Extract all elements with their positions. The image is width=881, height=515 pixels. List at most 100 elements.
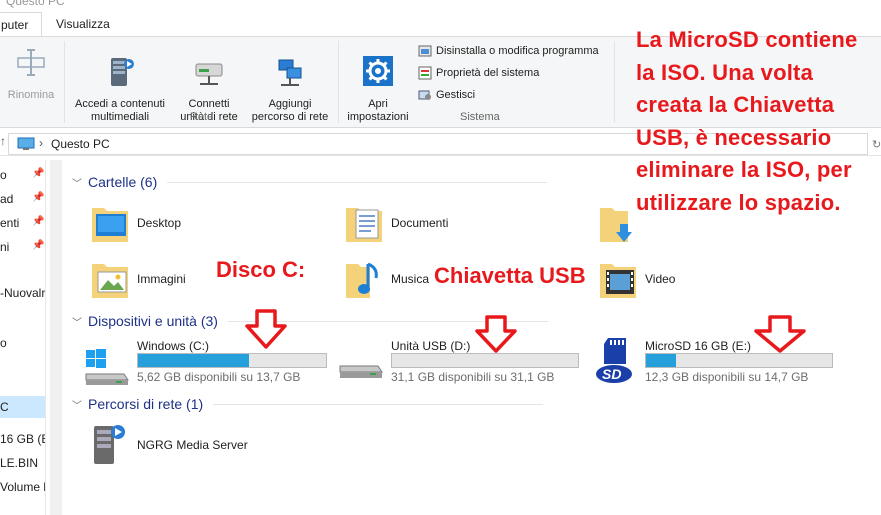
breadcrumb-location[interactable]: Questo PC	[51, 137, 110, 151]
folder-label[interactable]: Desktop	[137, 216, 181, 230]
folder-label[interactable]: Musica	[391, 272, 429, 286]
collapse-chevron-icon: ﹀	[72, 400, 82, 412]
nav-item-this-pc[interactable]: C	[0, 396, 45, 418]
media-label: Accedi a contenuti multimediali	[75, 98, 165, 123]
system-properties-label: Proprietà del sistema	[436, 67, 540, 79]
nav-item[interactable]: o	[0, 164, 7, 186]
gear-icon	[363, 56, 393, 86]
manage-icon	[418, 90, 431, 100]
title-bar: Questo PC	[0, 0, 881, 10]
pictures-folder-icon[interactable]	[90, 258, 130, 300]
uninstall-button[interactable]: Disinstalla o modifica programma	[418, 42, 599, 60]
desktop-folder-icon[interactable]	[90, 202, 130, 244]
drive-free-space: 5,62 GB disponibili su 13,7 GB	[137, 370, 301, 384]
pin-icon: 📌	[32, 192, 45, 203]
rename-button[interactable]: Rinomina	[4, 45, 58, 102]
ribbon-separator	[64, 41, 65, 123]
downloads-folder-icon[interactable]	[598, 202, 638, 244]
system-properties-button[interactable]: Proprietà del sistema	[418, 64, 539, 82]
usb-drive-icon[interactable]	[338, 356, 384, 386]
nav-item[interactable]: Volume l	[0, 476, 46, 498]
media-button[interactable]: Accedi a contenuti multimediali	[68, 41, 172, 137]
collapse-chevron-icon: ﹀	[72, 317, 82, 329]
sd-card-icon[interactable]: SD	[592, 336, 638, 386]
rename-icon	[17, 49, 45, 76]
nav-scrollbar[interactable]	[50, 160, 62, 515]
section-header-devices[interactable]: ﹀ Dispositivi e unità (3)	[72, 313, 632, 329]
manage-label: Gestisci	[436, 89, 476, 101]
nav-item-label: -Nuovalr	[0, 286, 46, 300]
drive-usage-fill	[138, 354, 249, 367]
programs-icon	[418, 45, 432, 57]
tab-computer[interactable]: puter	[0, 12, 42, 36]
collapse-chevron-icon: ﹀	[72, 178, 82, 190]
network-location-label[interactable]: NGRG Media Server	[137, 438, 248, 452]
music-folder-icon[interactable]	[344, 258, 384, 300]
nav-item[interactable]: o	[0, 332, 7, 354]
ribbon-separator	[614, 41, 615, 123]
drive-name[interactable]: Windows (C:)	[137, 339, 209, 353]
nav-item[interactable]: LE.BIN	[0, 452, 38, 474]
nav-item-label: o	[0, 168, 7, 182]
annotation-arrow-down-icon	[754, 315, 806, 353]
drive-usage-bar	[391, 353, 579, 368]
refresh-icon[interactable]: ↻	[872, 138, 881, 151]
open-settings-label: Apri impostazioni	[347, 98, 409, 123]
section-title: Cartelle (6)	[88, 174, 158, 190]
videos-folder-icon[interactable]	[598, 258, 638, 300]
annotation-disk-c: Disco C:	[216, 257, 306, 282]
annotation-note: La MicroSD contiene la ISO. Una volta cr…	[636, 27, 858, 215]
section-title: Percorsi di rete (1)	[88, 396, 204, 412]
annotation-arrow-down-icon	[245, 309, 287, 349]
network-drive-icon	[195, 63, 223, 85]
nav-item-label: 16 GB (E:	[0, 432, 45, 446]
folder-label[interactable]: Documenti	[391, 216, 448, 230]
manage-button[interactable]: Gestisci	[418, 86, 475, 104]
add-network-location-button[interactable]: Aggiungi percorso di rete	[246, 41, 334, 137]
folder-label[interactable]: Immagini	[137, 272, 186, 286]
drive-free-space: 31,1 GB disponibili su 31,1 GB	[391, 370, 555, 384]
window-title: Questo PC	[6, 0, 65, 8]
documents-folder-icon[interactable]	[344, 202, 384, 244]
folder-label[interactable]: Video	[645, 272, 675, 286]
system-properties-icon	[418, 66, 432, 80]
drive-name[interactable]: MicroSD 16 GB (E:)	[645, 339, 751, 353]
nav-item[interactable]: ad	[0, 188, 13, 210]
open-settings-button[interactable]: Apri impostazioni	[342, 41, 414, 137]
pin-icon: 📌	[32, 216, 45, 227]
nav-item[interactable]: 16 GB (E:	[0, 428, 45, 450]
nav-item-label: o	[0, 336, 7, 350]
rename-label: Rinomina	[7, 89, 55, 101]
nav-item[interactable]: ni	[0, 236, 9, 258]
tab-view[interactable]: Visualizza	[42, 12, 124, 36]
tab-computer-label: puter	[1, 18, 29, 32]
nav-item-label: LE.BIN	[0, 456, 39, 470]
section-header-network[interactable]: ﹀ Percorsi di rete (1)	[72, 396, 632, 412]
uninstall-label: Disinstalla o modifica programma	[436, 45, 599, 57]
nav-item[interactable]: -Nuovalr	[0, 282, 45, 304]
drive-free-space: 12,3 GB disponibili su 14,7 GB	[645, 370, 809, 384]
svg-text:SD: SD	[602, 366, 621, 382]
tab-view-label: Visualizza	[56, 17, 110, 31]
nav-item-label: ni	[0, 240, 10, 254]
nav-item-label: enti	[0, 216, 20, 230]
nav-item-label: ad	[0, 192, 14, 206]
drive-usage-bar	[645, 353, 833, 368]
pin-icon: 📌	[32, 240, 45, 251]
media-server-icon[interactable]	[88, 420, 130, 470]
annotation-usb: Chiavetta USB	[434, 263, 586, 288]
network-location-icon	[278, 59, 302, 86]
breadcrumb-chevron-icon: ›	[39, 136, 43, 150]
section-title: Dispositivi e unità (3)	[88, 313, 218, 329]
nav-item[interactable]: enti	[0, 212, 19, 234]
navigation-pane: o 📌 ad 📌 enti 📌 ni 📌 -Nuovalr o C 16 GB …	[0, 160, 46, 515]
drive-usage-bar	[137, 353, 327, 368]
section-divider	[167, 181, 548, 183]
nav-item-label: Volume l	[0, 480, 46, 494]
drive-name[interactable]: Unità USB (D:)	[391, 339, 470, 353]
group-label-network: Rete	[190, 111, 214, 123]
section-divider	[213, 403, 544, 405]
computer-icon	[17, 137, 35, 150]
windows-drive-icon[interactable]	[84, 348, 130, 386]
section-header-folders[interactable]: ﹀ Cartelle (6)	[72, 174, 632, 190]
